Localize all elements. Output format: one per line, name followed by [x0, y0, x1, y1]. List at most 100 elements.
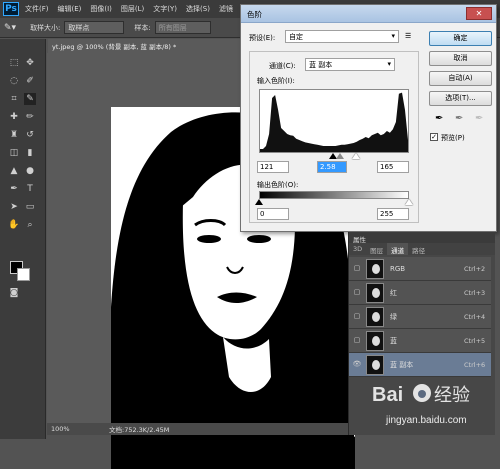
channel-thumbnail — [366, 354, 384, 375]
white-point-eyedropper-icon[interactable]: ✒ — [475, 113, 483, 124]
path-select-icon[interactable]: ➤ — [8, 201, 20, 213]
tab-3d[interactable]: 3D — [349, 243, 366, 255]
document-tab[interactable]: yt.jpeg @ 100% (背景 副本, 蓝 副本/8) * — [48, 39, 244, 53]
input-white-slider[interactable] — [352, 153, 360, 159]
marquee-tool-icon[interactable]: ⬚ — [8, 57, 20, 69]
histogram — [259, 89, 409, 153]
input-gamma-field[interactable]: 2.58 — [317, 161, 347, 173]
channel-thumbnail — [366, 306, 384, 327]
channel-shortcut: Ctrl+3 — [464, 288, 486, 297]
menu-image[interactable]: 图像(I) — [90, 4, 112, 14]
menu-file[interactable]: 文件(F) — [25, 4, 49, 14]
channel-shortcut: Ctrl+4 — [464, 312, 486, 321]
histogram-shape — [260, 92, 408, 152]
background-color-swatch[interactable] — [17, 268, 30, 281]
options-button[interactable]: 选项(T)... — [429, 91, 492, 106]
status-bar: 100% 文档:752.3K/2.45M — [47, 423, 350, 435]
eye-icon[interactable]: 👁 — [352, 360, 362, 370]
output-black-field[interactable]: 0 — [257, 208, 289, 220]
visibility-toggle[interactable]: ▢ — [352, 312, 362, 322]
channel-thumbnail — [366, 282, 384, 303]
ok-button[interactable]: 确定 — [429, 31, 492, 46]
visibility-toggle[interactable]: ▢ — [352, 336, 362, 346]
input-white-field[interactable]: 165 — [377, 161, 409, 173]
sample-label: 样本: — [134, 23, 151, 32]
zoom-level[interactable]: 100% — [51, 425, 81, 433]
channel-name: 绿 — [390, 312, 397, 321]
menu-layer[interactable]: 图层(L) — [121, 4, 144, 14]
dialog-titlebar[interactable]: 色阶 ✕ — [241, 5, 496, 23]
input-gamma-slider[interactable] — [336, 153, 344, 159]
tab-channels[interactable]: 通道 — [387, 243, 409, 255]
healing-tool-icon[interactable]: ✚ — [8, 111, 20, 123]
panel-header[interactable]: 属性 — [349, 232, 495, 244]
output-white-slider[interactable] — [405, 199, 413, 205]
menu-select[interactable]: 选择(S) — [186, 4, 210, 14]
move-tool-icon[interactable]: ✥ — [24, 57, 36, 69]
shape-tool-icon[interactable]: ▭ — [24, 201, 36, 213]
channel-row-rgb[interactable]: ▢ RGB Ctrl+2 — [349, 257, 491, 281]
preset-options-icon[interactable]: ☰ — [405, 32, 411, 40]
visibility-toggle[interactable]: ▢ — [352, 288, 362, 298]
stamp-tool-icon[interactable]: ♜ — [8, 129, 20, 141]
hand-tool-icon[interactable]: ✋ — [8, 219, 20, 231]
sample-select[interactable]: 所有图层 — [154, 21, 211, 34]
cancel-button[interactable]: 取消 — [429, 51, 492, 66]
channel-shortcut: Ctrl+2 — [464, 264, 486, 273]
channel-row-blue-copy[interactable]: 👁 蓝 副本 Ctrl+6 — [349, 353, 491, 377]
channel-name: RGB — [390, 264, 406, 273]
channel-name: 红 — [390, 288, 397, 297]
brush-tool-icon[interactable]: ✏ — [24, 111, 36, 123]
eyedropper-tool-icon[interactable]: ✎ — [24, 93, 36, 105]
tab-paths[interactable]: 路径 — [408, 243, 429, 255]
preset-label: 预设(E): — [249, 34, 276, 42]
menu-type[interactable]: 文字(Y) — [153, 4, 177, 14]
menu-filter[interactable]: 滤镜 — [219, 4, 233, 14]
tab-layers[interactable]: 图层 — [366, 243, 387, 255]
blur-tool-icon[interactable]: ▲ — [8, 165, 20, 177]
visibility-toggle[interactable]: ▢ — [352, 264, 362, 274]
input-levels-label: 输入色阶(I): — [257, 77, 295, 85]
gray-point-eyedropper-icon[interactable]: ✒ — [455, 113, 463, 124]
photoshop-logo: Ps — [3, 2, 19, 16]
eraser-tool-icon[interactable]: ◫ — [8, 147, 20, 159]
channel-row-green[interactable]: ▢ 绿 Ctrl+4 — [349, 305, 491, 329]
crop-tool-icon[interactable]: ⌗ — [8, 93, 20, 105]
preview-checkbox[interactable]: ✓ — [430, 133, 438, 141]
watermark-url: jingyan.baidu.com — [385, 415, 467, 426]
output-white-field[interactable]: 255 — [377, 208, 409, 220]
gradient-tool-icon[interactable]: ▮ — [24, 147, 36, 159]
zoom-tool-icon[interactable]: ⌕ — [24, 219, 36, 231]
channel-shortcut: Ctrl+6 — [464, 360, 486, 369]
preview-label: 预览(P) — [441, 134, 465, 142]
dodge-tool-icon[interactable]: ● — [24, 165, 36, 177]
output-gradient — [259, 191, 409, 199]
black-point-eyedropper-icon[interactable]: ✒ — [435, 113, 443, 124]
auto-button[interactable]: 自动(A) — [429, 71, 492, 86]
channel-select[interactable]: 蓝 副本 ▾ — [305, 58, 395, 71]
output-black-slider[interactable] — [255, 199, 263, 205]
quick-mask-icon[interactable]: ◙ — [8, 287, 20, 299]
pen-tool-icon[interactable]: ✒ — [8, 183, 20, 195]
type-tool-icon[interactable]: T — [24, 183, 36, 195]
channel-name: 蓝 — [390, 336, 397, 345]
channel-name: 蓝 副本 — [390, 360, 414, 369]
document-size-info: 文档:752.3K/2.45M — [109, 426, 170, 434]
input-slider-track — [259, 153, 409, 161]
channel-shortcut: Ctrl+5 — [464, 336, 486, 345]
input-black-field[interactable]: 121 — [257, 161, 289, 173]
lasso-tool-icon[interactable]: ◌ — [8, 75, 20, 87]
menu-edit[interactable]: 编辑(E) — [58, 4, 82, 14]
sample-size-select[interactable]: 取样点 — [64, 21, 125, 34]
channel-row-blue[interactable]: ▢ 蓝 Ctrl+5 — [349, 329, 491, 353]
quick-select-tool-icon[interactable]: ✐ — [24, 75, 36, 87]
channel-row-red[interactable]: ▢ 红 Ctrl+3 — [349, 281, 491, 305]
history-brush-icon[interactable]: ↺ — [24, 129, 36, 141]
preset-select[interactable]: 自定 ▾ — [285, 30, 399, 43]
channel-thumbnail — [366, 330, 384, 351]
sample-size-label: 取样大小: — [30, 23, 61, 32]
eyedropper-tool-icon[interactable]: ✎▾ — [4, 23, 16, 33]
channel-label: 通道(C): — [269, 62, 296, 70]
watermark-brand-2: 经验 — [434, 385, 470, 406]
close-button[interactable]: ✕ — [466, 7, 492, 20]
